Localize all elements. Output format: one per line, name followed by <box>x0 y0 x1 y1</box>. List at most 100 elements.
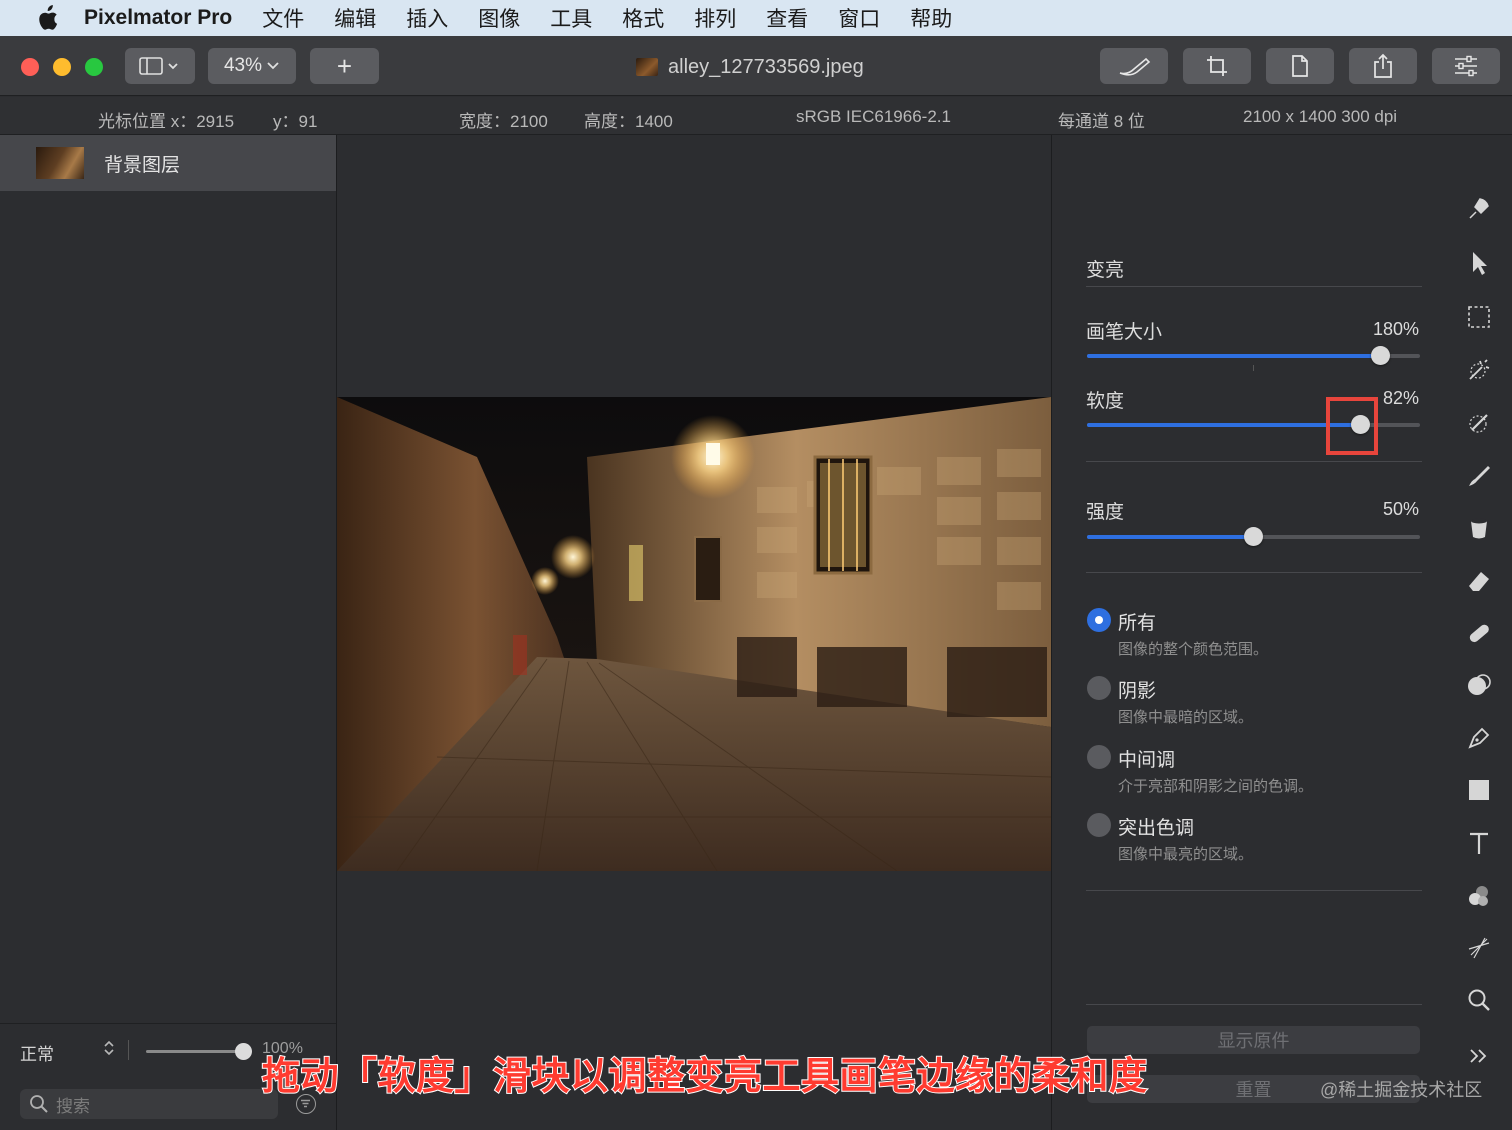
retouch-icon[interactable] <box>1463 932 1495 964</box>
zoom-dropdown[interactable]: 43% <box>208 48 296 84</box>
share-button[interactable] <box>1349 48 1417 84</box>
zoom-value: 43% <box>223 55 263 76</box>
brush-size-slider-fill <box>1087 354 1381 358</box>
softness-label: 软度 <box>1086 391 1125 412</box>
dimensions-readout: 2100 x 1400 300 dpi <box>1243 107 1398 126</box>
repair-icon[interactable] <box>1463 617 1495 649</box>
window-toolbar: 43% + alley_127733569.jpeg <box>0 36 1512 96</box>
add-button[interactable]: + <box>310 48 379 84</box>
strength-slider-knob[interactable] <box>1244 527 1263 546</box>
zoom-window-button[interactable] <box>85 58 103 76</box>
tools-strip <box>1447 135 1512 1130</box>
divider <box>1086 286 1422 287</box>
bit-depth-readout: 每通道 8 位 <box>1058 112 1145 131</box>
range-radio-shadows[interactable] <box>1087 676 1111 700</box>
chevron-down-icon <box>267 62 279 70</box>
close-window-button[interactable] <box>21 58 39 76</box>
document-icon <box>1292 55 1308 77</box>
crop-icon <box>1207 56 1227 76</box>
tool-options-panel: 变亮 画笔大小 180% 软度 82% 强度 50% 所有 图像的整个颜色范围。… <box>1051 135 1447 1130</box>
brush-size-slider[interactable] <box>1087 346 1420 365</box>
brush-stroke-icon <box>1119 57 1151 76</box>
paint-bucket-icon[interactable] <box>1463 512 1495 544</box>
adjustments-button[interactable] <box>1432 48 1500 84</box>
color-picker-icon[interactable] <box>1463 407 1495 439</box>
menu-arrange[interactable]: 排列 <box>694 3 736 33</box>
range-title-highlights: 突出色调 <box>1118 818 1195 839</box>
image-height-readout: 高度：1400 <box>584 112 673 131</box>
color-profile-readout: sRGB IEC61966-2.1 <box>796 107 951 126</box>
paint-brush-icon[interactable] <box>1463 460 1495 492</box>
pen-icon[interactable] <box>1463 722 1495 754</box>
layers-sidebar: 背景图层 正常 100% 搜索 <box>0 135 337 1130</box>
tools-toggle-button[interactable] <box>1100 48 1168 84</box>
range-title-midtones: 中间调 <box>1118 750 1176 771</box>
up-down-chevron-icon[interactable] <box>102 1038 116 1063</box>
brush-size-value: 180% <box>1372 319 1419 339</box>
range-radio-highlights[interactable] <box>1087 813 1111 837</box>
opacity-slider[interactable] <box>146 1050 246 1053</box>
divider <box>1086 1004 1422 1005</box>
blend-mode-select[interactable]: 正常 <box>20 1040 54 1065</box>
divider <box>1086 890 1422 891</box>
menu-insert[interactable]: 插入 <box>406 3 448 33</box>
brush-size-slider-knob[interactable] <box>1370 346 1390 365</box>
crop-button[interactable] <box>1183 48 1251 84</box>
image-width-readout: 宽度：2100 <box>459 112 548 131</box>
menu-tools[interactable]: 工具 <box>550 3 592 33</box>
menu-image[interactable]: 图像 <box>478 3 520 33</box>
rect-select-icon[interactable] <box>1463 301 1495 333</box>
sliders-icon <box>1455 55 1477 77</box>
menu-edit[interactable]: 编辑 <box>334 3 376 33</box>
menu-view[interactable]: 查看 <box>766 3 808 33</box>
magic-wand-icon[interactable] <box>1463 354 1495 386</box>
strength-slider-fill <box>1087 535 1254 539</box>
minimize-window-button[interactable] <box>53 58 71 76</box>
menu-window[interactable]: 窗口 <box>838 3 880 33</box>
opacity-slider-knob[interactable] <box>235 1043 252 1060</box>
menu-format[interactable]: 格式 <box>622 3 664 33</box>
image-info-bar: 光标位置 x：2915 y：91 宽度：2100 高度：1400 sRGB IE… <box>0 97 1512 135</box>
text-icon[interactable] <box>1463 827 1495 859</box>
clone-icon[interactable] <box>1463 669 1495 701</box>
tool-name: 变亮 <box>1086 260 1125 281</box>
apple-logo-icon[interactable] <box>32 3 62 33</box>
document-title: alley_127733569.jpeg <box>636 54 864 80</box>
alley-photo <box>337 397 1051 871</box>
style-tool-icon[interactable] <box>1463 193 1495 225</box>
range-desc-highlights: 图像中最亮的区域。 <box>1118 846 1254 863</box>
range-radio-all[interactable] <box>1087 608 1111 632</box>
search-placeholder: 搜索 <box>56 1096 90 1116</box>
effects-icon[interactable] <box>1463 880 1495 912</box>
brush-size-label: 画笔大小 <box>1086 322 1163 343</box>
layer-name: 背景图层 <box>104 154 181 176</box>
search-icon <box>30 1095 48 1113</box>
arrange-tool-icon[interactable] <box>1463 247 1495 279</box>
document-filename: alley_127733569.jpeg <box>668 55 864 78</box>
zoom-icon[interactable] <box>1463 984 1495 1016</box>
more-tools-icon[interactable] <box>1463 1040 1495 1072</box>
image-canvas[interactable] <box>337 135 1051 1130</box>
softness-highlight-box <box>1326 397 1378 455</box>
menu-file[interactable]: 文件 <box>262 3 304 33</box>
sidebar-toggle-button[interactable] <box>125 48 195 84</box>
eraser-icon[interactable] <box>1463 565 1495 597</box>
range-desc-shadows: 图像中最暗的区域。 <box>1118 709 1254 726</box>
format-button[interactable] <box>1266 48 1334 84</box>
menu-app-name[interactable]: Pixelmator Pro <box>84 6 232 30</box>
range-radio-midtones[interactable] <box>1087 745 1111 769</box>
menu-bar: Pixelmator Pro 文件 编辑 插入 图像 工具 格式 排列 查看 窗… <box>0 0 1512 36</box>
shape-icon[interactable] <box>1463 774 1495 806</box>
softness-slider-fill <box>1087 423 1361 427</box>
layer-search-input[interactable]: 搜索 <box>20 1089 278 1119</box>
range-title-all: 所有 <box>1118 613 1157 634</box>
strength-value: 50% <box>1382 499 1419 519</box>
sidebar-icon <box>139 57 178 75</box>
tutorial-caption: 拖动「软度」滑块以调整变亮工具画笔边缘的柔和度 <box>261 1055 1148 1099</box>
range-title-shadows: 阴影 <box>1118 681 1157 702</box>
divider <box>128 1040 129 1060</box>
range-desc-midtones: 介于亮部和阴影之间的色调。 <box>1118 778 1314 795</box>
menu-help[interactable]: 帮助 <box>910 3 952 33</box>
layer-row-background[interactable]: 背景图层 <box>0 135 336 191</box>
strength-slider[interactable] <box>1087 527 1420 546</box>
